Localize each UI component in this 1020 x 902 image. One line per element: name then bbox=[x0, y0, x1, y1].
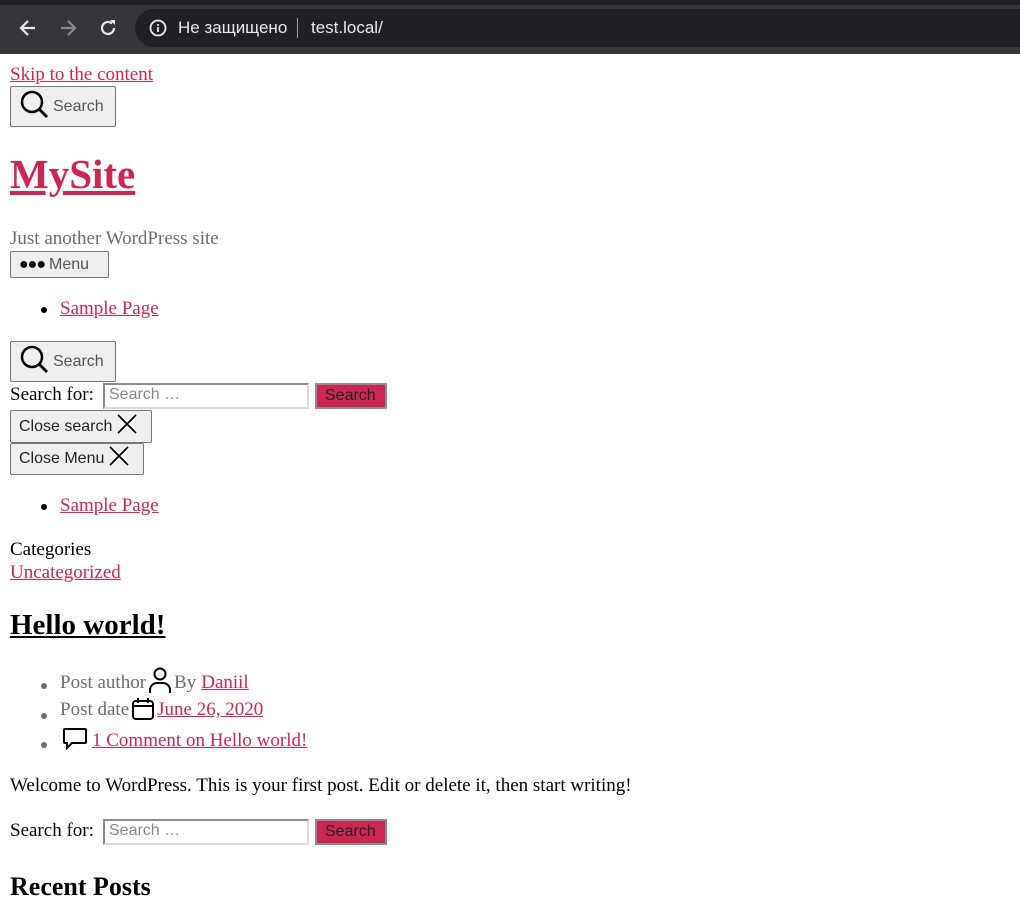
search-toggle-label: Search bbox=[53, 97, 104, 115]
recent-posts-heading: Recent Posts bbox=[10, 872, 151, 901]
menu-toggle-button[interactable]: ●●● Menu bbox=[10, 251, 109, 278]
search-for-label: Search for: bbox=[10, 384, 94, 405]
author-link[interactable]: Daniil bbox=[201, 672, 249, 694]
search-input[interactable]: Search … bbox=[103, 383, 309, 409]
calendar-icon bbox=[132, 698, 155, 720]
widget-search-for-label: Search for: bbox=[10, 820, 94, 841]
user-icon bbox=[149, 667, 172, 693]
post-meta-date: Post date June 26, 2020 bbox=[60, 697, 263, 721]
site-tagline: Just another WordPress site bbox=[10, 228, 219, 249]
primary-nav-item-sample-page[interactable]: Sample Page bbox=[60, 298, 159, 320]
address-bar[interactable]: Не защищено test.local/ bbox=[135, 9, 1020, 47]
forward-button[interactable] bbox=[54, 13, 82, 43]
site-title-link[interactable]: MySite bbox=[10, 150, 135, 198]
security-status[interactable]: Не защищено bbox=[178, 18, 287, 38]
post-date-label: Post date bbox=[60, 699, 130, 720]
list-bullet bbox=[41, 683, 47, 689]
search-icon bbox=[20, 90, 48, 118]
reload-button[interactable] bbox=[94, 13, 122, 43]
post-title-link[interactable]: Hello world! bbox=[10, 609, 165, 641]
post-meta-author: Post author By Daniil bbox=[60, 666, 249, 694]
browser-toolbar: Не защищено test.local/ bbox=[0, 0, 1020, 54]
dots-icon: ●●● bbox=[19, 255, 46, 273]
comment-icon bbox=[63, 728, 87, 751]
post-title: Hello world! bbox=[10, 609, 165, 642]
reload-icon bbox=[100, 20, 116, 36]
address-divider bbox=[297, 18, 298, 38]
back-button[interactable] bbox=[14, 13, 42, 43]
list-bullet bbox=[41, 504, 47, 510]
url-text[interactable]: test.local/ bbox=[311, 18, 383, 38]
comments-link[interactable]: 1 Comment on Hello world! bbox=[92, 730, 307, 752]
widget-search-input[interactable]: Search … bbox=[103, 819, 309, 845]
close-menu-button[interactable]: Close Menu bbox=[10, 443, 144, 475]
search-icon bbox=[20, 345, 48, 373]
close-icon bbox=[109, 446, 130, 466]
list-bullet bbox=[41, 713, 47, 719]
close-menu-label: Close Menu bbox=[19, 450, 105, 467]
search-toggle-label: Search bbox=[53, 352, 104, 370]
list-bullet bbox=[41, 742, 47, 748]
post-meta-comments: 1 Comment on Hello world! bbox=[60, 726, 307, 752]
arrow-left-icon bbox=[19, 20, 35, 36]
search-toggle-button-secondary[interactable]: Search bbox=[10, 341, 116, 382]
post-author-label: Post author bbox=[60, 672, 147, 693]
arrow-right-icon bbox=[61, 20, 77, 36]
search-toggle-button[interactable]: Search bbox=[10, 86, 116, 127]
categories-label: Categories bbox=[10, 539, 92, 560]
info-icon[interactable] bbox=[149, 19, 167, 37]
close-icon bbox=[117, 413, 138, 434]
search-submit-button[interactable]: Search bbox=[315, 383, 387, 409]
post-excerpt: Welcome to WordPress. This is your first… bbox=[10, 775, 632, 796]
close-search-label: Close search bbox=[19, 417, 113, 435]
post-date-link[interactable]: June 26, 2020 bbox=[157, 699, 263, 721]
category-link[interactable]: Uncategorized bbox=[10, 562, 121, 584]
author-prefix: By bbox=[174, 672, 197, 693]
list-bullet bbox=[41, 307, 47, 313]
close-search-button[interactable]: Close search bbox=[10, 410, 152, 443]
skip-to-content-link[interactable]: Skip to the content bbox=[10, 64, 153, 86]
menu-toggle-label: Menu bbox=[49, 255, 90, 273]
widget-search-submit-button[interactable]: Search bbox=[315, 819, 387, 845]
modal-nav-item-sample-page[interactable]: Sample Page bbox=[60, 495, 159, 517]
